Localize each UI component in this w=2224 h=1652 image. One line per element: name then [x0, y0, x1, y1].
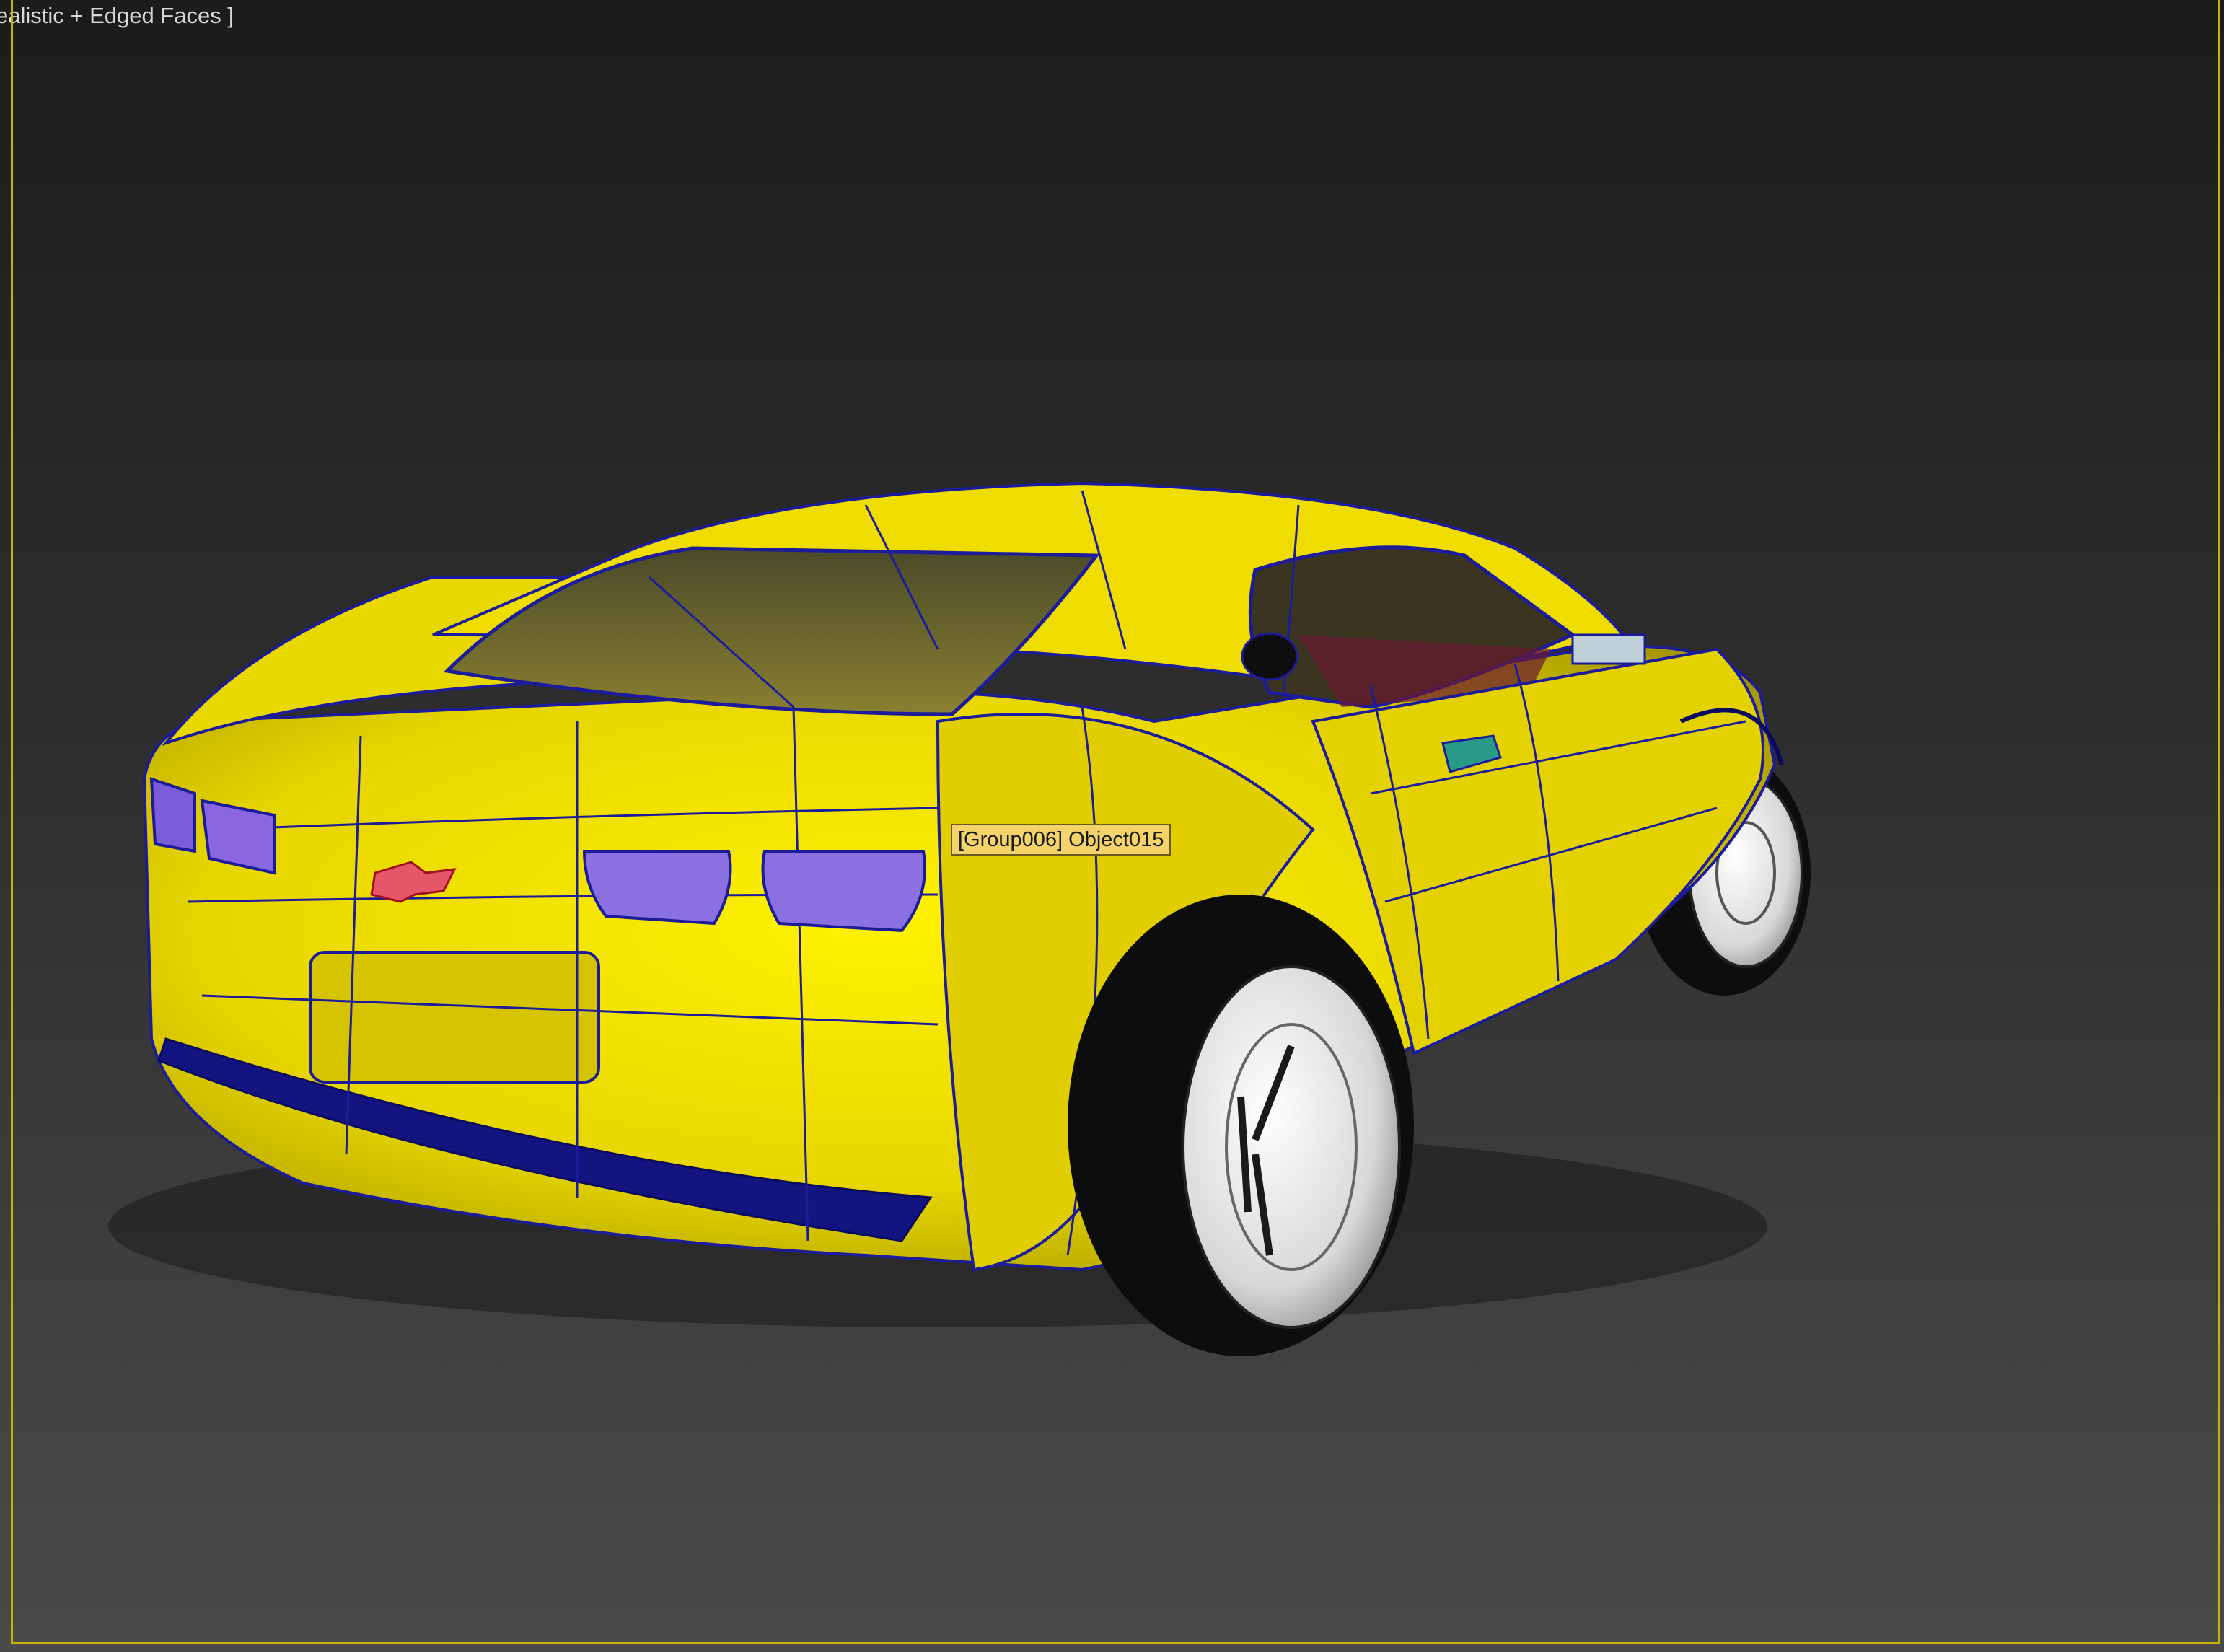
object-hover-tooltip: [Group006] Object015 [951, 824, 1172, 856]
taillight-right-outer [761, 850, 926, 933]
side-vent [1571, 633, 1646, 665]
taillight-left-outer [149, 777, 196, 853]
viewport-perspective[interactable]: ealistic + Edged Faces ] [Group006] Obje… [0, 0, 2224, 1652]
side-mirror [1241, 632, 1298, 681]
viewport-shading-label[interactable]: ealistic + Edged Faces ] [0, 1, 234, 30]
wheel-rear-near[interactable] [1068, 895, 1414, 1356]
taillight-right-inner [582, 850, 732, 926]
